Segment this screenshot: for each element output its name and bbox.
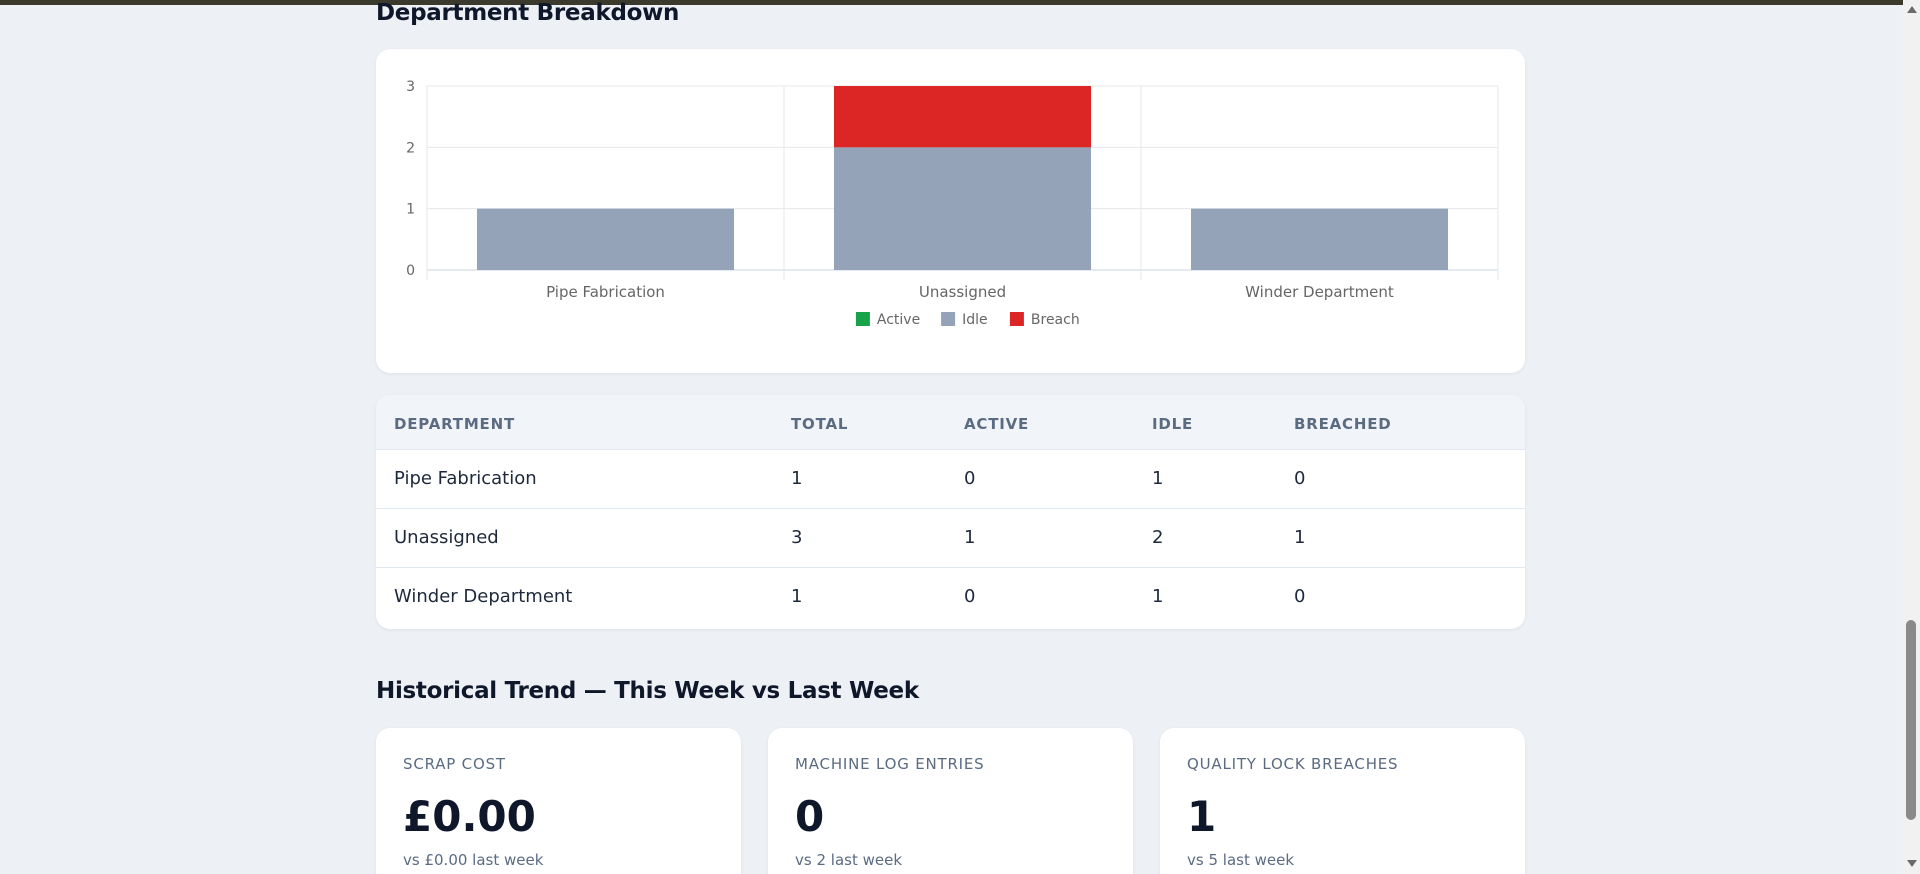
cell-active: 1 [964, 527, 976, 548]
department-breakdown-title: Department Breakdown [376, 0, 680, 26]
bar-breach-unassigned [833, 86, 1092, 148]
y-tick-label: 3 [406, 79, 415, 95]
kpi-label: SCRAP COST [403, 755, 506, 773]
cell-idle: 1 [1152, 468, 1164, 489]
cell-breached: 0 [1294, 468, 1306, 489]
kpi-card-quality-lock-breaches: QUALITY LOCK BREACHES 1 vs 5 last week [1160, 728, 1525, 874]
legend-swatch-breach [1009, 312, 1024, 326]
kpi-comparison: vs 2 last week [795, 851, 903, 869]
cell-department: Unassigned [394, 527, 499, 548]
y-tick-label: 1 [406, 202, 415, 218]
legend-label-idle: Idle [962, 312, 988, 328]
cell-active: 0 [964, 468, 976, 489]
table-row: Pipe Fabrication 1 0 1 0 [376, 450, 1525, 509]
x-tick-label: Pipe Fabrication [546, 283, 665, 301]
kpi-label: MACHINE LOG ENTRIES [795, 755, 985, 773]
cell-idle: 1 [1152, 586, 1164, 607]
cell-department: Pipe Fabrication [394, 468, 537, 489]
cell-total: 1 [791, 468, 803, 489]
cell-department: Winder Department [394, 586, 573, 607]
department-stacked-bar-chart: 0 1 2 3 Pipe Fabrication Unassigned Winder Dep… [406, 79, 1499, 328]
table-header-row: DEPARTMENT TOTAL ACTIVE IDLE BREACHED [376, 395, 1525, 450]
column-header-active[interactable]: ACTIVE [964, 415, 1029, 433]
bar-idle-winder-department [1190, 208, 1449, 270]
kpi-comparison: vs £0.00 last week [403, 851, 544, 869]
bar-idle-unassigned [833, 147, 1092, 270]
scroll-down-arrow-icon[interactable] [1907, 860, 1917, 867]
legend-swatch-active [855, 312, 870, 326]
cell-total: 1 [791, 586, 803, 607]
cell-breached: 0 [1294, 586, 1306, 607]
legend-label-active: Active [877, 312, 920, 328]
cell-idle: 2 [1152, 527, 1164, 548]
table-row: Winder Department 1 0 1 0 [376, 568, 1525, 627]
column-header-idle[interactable]: IDLE [1152, 415, 1193, 433]
y-tick-label: 0 [406, 263, 415, 279]
column-header-breached[interactable]: BREACHED [1294, 415, 1392, 433]
kpi-label: QUALITY LOCK BREACHES [1187, 755, 1399, 773]
bar-idle-pipe-fabrication [476, 208, 735, 270]
cell-total: 3 [791, 527, 803, 548]
scrollbar-thumb[interactable] [1906, 620, 1916, 820]
legend-swatch-idle [941, 312, 956, 326]
y-tick-label: 2 [406, 140, 415, 156]
legend-label-breach: Breach [1031, 312, 1080, 328]
x-tick-label: Winder Department [1245, 283, 1394, 301]
cell-active: 0 [964, 586, 976, 607]
table-row: Unassigned 3 1 2 1 [376, 509, 1525, 568]
scroll-up-arrow-icon[interactable] [1907, 6, 1917, 13]
kpi-comparison: vs 5 last week [1187, 851, 1295, 869]
department-table: DEPARTMENT TOTAL ACTIVE IDLE BREACHED Pi… [376, 395, 1525, 629]
column-header-department[interactable]: DEPARTMENT [394, 415, 515, 433]
kpi-value: 1 [1187, 792, 1217, 841]
kpi-card-scrap-cost: SCRAP COST £0.00 vs £0.00 last week [376, 728, 741, 874]
column-header-total[interactable]: TOTAL [791, 415, 848, 433]
historical-trend-title: Historical Trend — This Week vs Last Wee… [376, 678, 919, 704]
kpi-value: 0 [795, 792, 825, 841]
window-top-strip [0, 0, 1920, 5]
vertical-scrollbar[interactable] [1903, 0, 1920, 874]
department-chart-card: 0 1 2 3 Pipe Fabrication Unassigned Winder Dep… [376, 49, 1525, 373]
x-tick-label: Unassigned [919, 283, 1006, 301]
kpi-card-machine-log-entries: MACHINE LOG ENTRIES 0 vs 2 last week [768, 728, 1133, 874]
cell-breached: 1 [1294, 527, 1306, 548]
kpi-value: £0.00 [403, 792, 536, 841]
